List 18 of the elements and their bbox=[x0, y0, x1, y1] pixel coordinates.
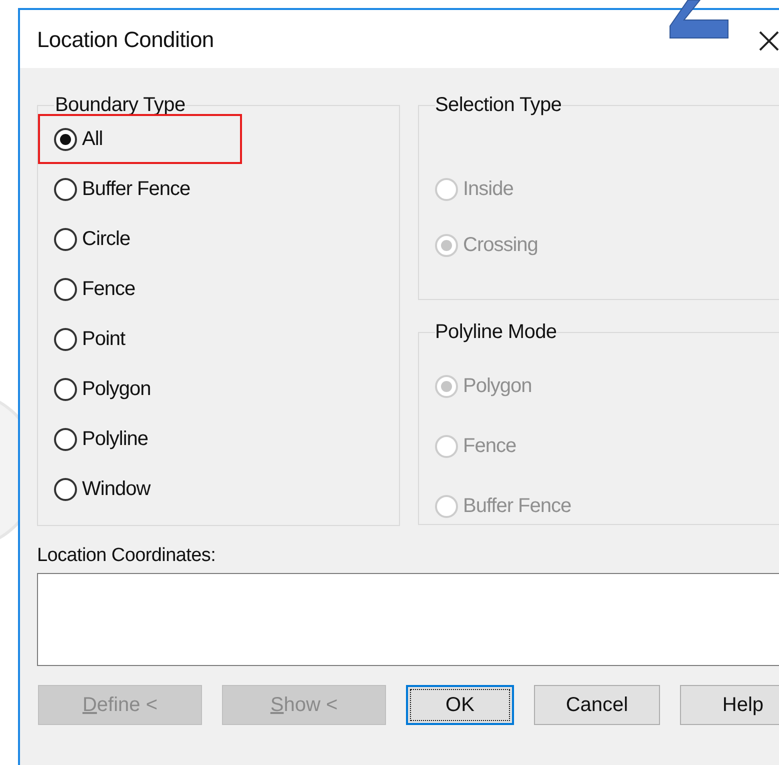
dialog-button[interactable]: Help bbox=[680, 684, 779, 724]
radio-option[interactable]: Point bbox=[54, 326, 126, 352]
group-title: Boundary Type bbox=[54, 93, 186, 118]
radio-option[interactable]: Polygon bbox=[54, 376, 151, 402]
close-icon[interactable] bbox=[758, 30, 779, 52]
radio-option[interactable]: All bbox=[54, 126, 103, 152]
field-label: Location Coordinates: bbox=[37, 544, 217, 568]
dialog-button[interactable]: OK bbox=[406, 684, 514, 724]
radio-option[interactable]: Polyline bbox=[54, 426, 148, 452]
radio-option[interactable]: Buffer Fence bbox=[54, 176, 190, 202]
group-title: Selection Type bbox=[435, 93, 562, 118]
radio-option[interactable]: Window bbox=[54, 476, 150, 502]
group-title: Polyline Mode bbox=[435, 320, 557, 345]
coordinates-field[interactable] bbox=[37, 572, 779, 666]
radio-option[interactable]: Fence bbox=[54, 276, 136, 302]
window-title: Location Condition bbox=[37, 26, 214, 54]
radio-option[interactable]: Circle bbox=[54, 226, 130, 252]
dialog-button[interactable]: Cancel bbox=[534, 684, 660, 724]
